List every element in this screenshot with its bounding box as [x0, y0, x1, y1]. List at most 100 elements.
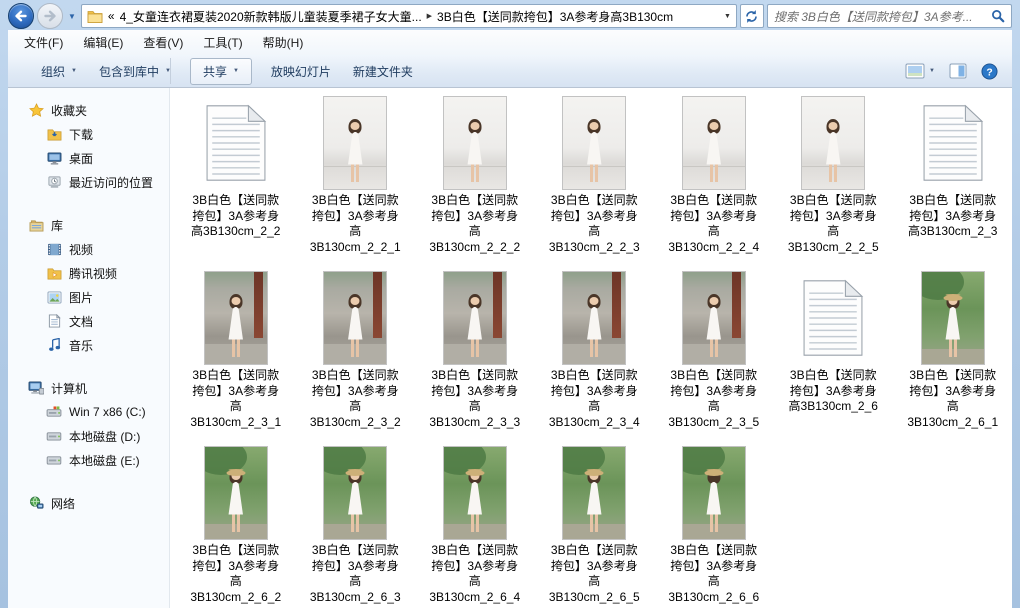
file-item[interactable]: 3B白色【送同款挎包】3A参考身高3B130cm_2_2_1 [296, 94, 416, 269]
breadcrumb-current-folder[interactable]: 3B白色【送同款挎包】3A参考身高3B130cm [437, 8, 673, 25]
change-view-button[interactable]: ▼ [905, 63, 935, 79]
menu-tools[interactable]: 工具(T) [193, 31, 252, 54]
main-area: 收藏夹 下载 桌面 最近访问的位置 [8, 88, 1012, 608]
window-chrome: ▼ « 4_女童连衣裙夏装2020新款韩版儿童装夏季裙子女大童... ▶ 3B白… [8, 0, 1012, 30]
sidebar-group-libraries[interactable]: 库 [8, 213, 169, 237]
include-in-library-button[interactable]: 包含到库中▼ [88, 58, 182, 85]
sidebar-group-favorites[interactable]: 收藏夹 [8, 98, 169, 122]
file-name: 3B白色【送同款挎包】3A参考身高3B130cm_2_6_3 [310, 543, 401, 605]
file-item[interactable]: 3B白色【送同款挎包】3A参考身高3B130cm_2_2_3 [535, 94, 655, 269]
file-name: 3B白色【送同款挎包】3A参考身高3B130cm_2_6_6 [668, 543, 759, 605]
file-item[interactable]: 3B白色【送同款挎包】3A参考身高3B130cm_2_2_5 [774, 94, 894, 269]
file-name: 3B白色【送同款挎包】3A参考身高3B130cm_2_3 [908, 193, 997, 240]
file-item[interactable]: 3B白色【送同款挎包】3A参考身高3B130cm_2_6_5 [535, 444, 655, 608]
document-icon [922, 103, 984, 183]
preview-pane-button[interactable] [949, 63, 967, 79]
sidebar-item-recent-places[interactable]: 最近访问的位置 [8, 170, 169, 194]
videos-icon [46, 241, 62, 257]
sidebar-item-pictures[interactable]: 图片 [8, 285, 169, 309]
organize-button[interactable]: 组织▼ [30, 58, 88, 85]
command-bar: 组织▼ 包含到库中▼ 共享▼ 放映幻灯片 新建文件夹 ▼ [8, 55, 1012, 88]
file-item[interactable]: 3B白色【送同款挎包】3A参考身高3B130cm_2_3_1 [176, 269, 296, 444]
file-list: 3B白色【送同款挎包】3A参考身高3B130cm_2_2 3B白色【送同款挎包】… [170, 88, 1012, 608]
file-item[interactable]: 3B白色【送同款挎包】3A参考身高3B130cm_2_6_2 [176, 444, 296, 608]
address-bar[interactable]: « 4_女童连衣裙夏装2020新款韩版儿童装夏季裙子女大童... ▶ 3B白色【… [81, 4, 737, 28]
sidebar-group-computer[interactable]: 计算机 [8, 376, 169, 400]
photo-thumbnail [563, 97, 625, 189]
breadcrumb-separator-icon[interactable]: ▶ [427, 12, 432, 20]
girl-figure [701, 469, 727, 532]
girl-figure [342, 119, 368, 182]
chevron-down-icon: ▼ [71, 68, 77, 74]
breadcrumb-parent-folder[interactable]: 4_女童连衣裙夏装2020新款韩版儿童装夏季裙子女大童... [120, 8, 422, 25]
file-item[interactable]: 3B白色【送同款挎包】3A参考身高3B130cm_2_6_4 [415, 444, 535, 608]
refresh-icon [744, 9, 759, 24]
file-item[interactable]: 3B白色【送同款挎包】3A参考身高3B130cm_2_2_4 [654, 94, 774, 269]
share-button[interactable]: 共享▼ [190, 58, 252, 85]
sidebar-item-music[interactable]: 音乐 [8, 333, 169, 357]
photo-thumbnail [205, 447, 267, 539]
photo-thumbnail [444, 97, 506, 189]
sidebar-item-desktop[interactable]: 桌面 [8, 146, 169, 170]
girl-figure [462, 119, 488, 182]
file-name: 3B白色【送同款挎包】3A参考身高3B130cm_2_2_4 [668, 193, 759, 255]
file-item[interactable]: 3B白色【送同款挎包】3A参考身高3B130cm_2_3_4 [535, 269, 655, 444]
file-item[interactable]: 3B白色【送同款挎包】3A参考身高3B130cm_2_3_5 [654, 269, 774, 444]
girl-figure [701, 119, 727, 182]
file-name: 3B白色【送同款挎包】3A参考身高3B130cm_2_3_3 [429, 368, 520, 430]
file-item[interactable]: 3B白色【送同款挎包】3A参考身高3B130cm_2_6 [774, 269, 894, 444]
search-icon [991, 9, 1005, 23]
help-icon: ? [981, 63, 998, 80]
help-button[interactable]: ? [981, 63, 998, 80]
file-item[interactable]: 3B白色【送同款挎包】3A参考身高3B130cm_2_3_2 [296, 269, 416, 444]
new-folder-button[interactable]: 新建文件夹 [342, 58, 424, 85]
star-icon [28, 102, 44, 118]
history-dropdown-icon[interactable]: ▼ [68, 12, 76, 21]
sidebar-item-system-drive[interactable]: Win 7 x86 (C:) [8, 400, 169, 424]
menu-edit[interactable]: 编辑(E) [73, 31, 133, 54]
address-dropdown-icon[interactable]: ▼ [724, 13, 731, 20]
sidebar-item-documents[interactable]: 文档 [8, 309, 169, 333]
sidebar-item-disk-e[interactable]: 本地磁盘 (E:) [8, 448, 169, 472]
file-name: 3B白色【送同款挎包】3A参考身高3B130cm_2_2_2 [429, 193, 520, 255]
slideshow-button[interactable]: 放映幻灯片 [260, 58, 342, 85]
drive-icon [46, 452, 62, 468]
network-icon [28, 495, 44, 511]
sidebar-item-tencent-video[interactable]: 腾讯视频 [8, 261, 169, 285]
search-input[interactable]: 搜索 3B白色【送同款挎包】3A参考... [767, 4, 1012, 28]
girl-figure [581, 469, 607, 532]
back-button[interactable] [8, 3, 34, 29]
sidebar-item-downloads[interactable]: 下载 [8, 122, 169, 146]
menu-file[interactable]: 文件(F) [14, 31, 73, 54]
sidebar-item-disk-d[interactable]: 本地磁盘 (D:) [8, 424, 169, 448]
file-name: 3B白色【送同款挎包】3A参考身高3B130cm_2_2_1 [310, 193, 401, 255]
file-item[interactable]: 3B白色【送同款挎包】3A参考身高3B130cm_2_3_3 [415, 269, 535, 444]
file-name: 3B白色【送同款挎包】3A参考身高3B130cm_2_6_5 [549, 543, 640, 605]
photo-thumbnail [683, 97, 745, 189]
file-item[interactable]: 3B白色【送同款挎包】3A参考身高3B130cm_2_6_6 [654, 444, 774, 608]
file-name: 3B白色【送同款挎包】3A参考身高3B130cm_2_2_3 [549, 193, 640, 255]
refresh-button[interactable] [740, 4, 764, 28]
folder-icon [87, 10, 103, 23]
back-arrow-icon [13, 8, 29, 24]
file-item[interactable]: 3B白色【送同款挎包】3A参考身高3B130cm_2_3 [893, 94, 1012, 269]
sidebar-group-network[interactable]: 网络 [8, 491, 169, 515]
sidebar-item-videos[interactable]: 视频 [8, 237, 169, 261]
file-item[interactable]: 3B白色【送同款挎包】3A参考身高3B130cm_2_2 [176, 94, 296, 269]
file-item[interactable]: 3B白色【送同款挎包】3A参考身高3B130cm_2_6_3 [296, 444, 416, 608]
forward-button[interactable] [37, 3, 63, 29]
menu-view[interactable]: 查看(V) [133, 31, 193, 54]
file-item[interactable]: 3B白色【送同款挎包】3A参考身高3B130cm_2_6_1 [893, 269, 1012, 444]
breadcrumb-overflow-chevron[interactable]: « [108, 9, 115, 23]
photo-thumbnail [444, 447, 506, 539]
file-item[interactable]: 3B白色【送同款挎包】3A参考身高3B130cm_2_2_2 [415, 94, 535, 269]
file-name: 3B白色【送同款挎包】3A参考身高3B130cm_2_6_4 [429, 543, 520, 605]
navigation-pane: 收藏夹 下载 桌面 最近访问的位置 [8, 88, 170, 608]
girl-figure [342, 469, 368, 532]
music-icon [46, 337, 62, 353]
girl-figure [462, 469, 488, 532]
forward-arrow-icon [42, 8, 58, 24]
photo-thumbnail [683, 447, 745, 539]
girl-figure [820, 119, 846, 182]
menu-help[interactable]: 帮助(H) [253, 31, 314, 54]
